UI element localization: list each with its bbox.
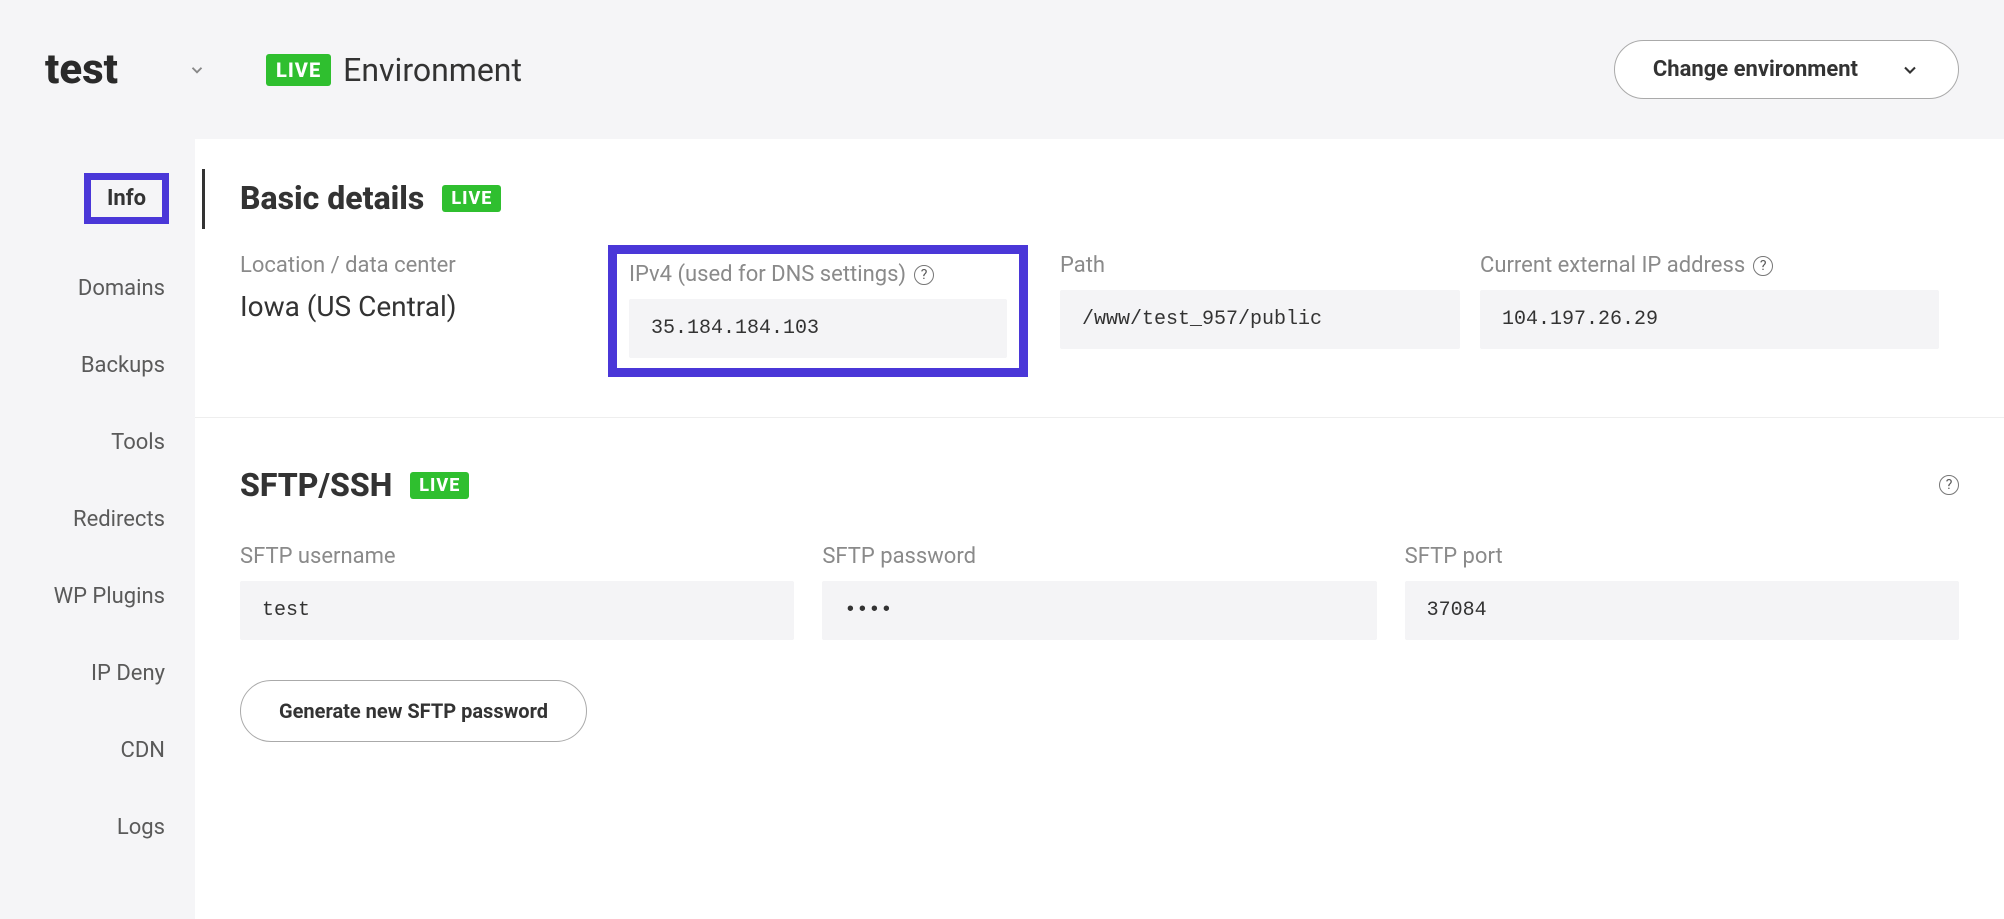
location-label: Location / data center [240, 253, 600, 278]
sftp-port-column: SFTP port 37084 [1405, 544, 1959, 640]
environment-label: Environment [343, 51, 522, 89]
environment-indicator: LIVE Environment [266, 51, 522, 89]
help-icon[interactable]: ? [1939, 475, 1959, 495]
change-environment-button[interactable]: Change environment [1614, 40, 1959, 99]
live-badge: LIVE [410, 472, 469, 499]
ipv4-highlight: IPv4 (used for DNS settings) ? 35.184.18… [608, 245, 1028, 377]
generate-sftp-password-button[interactable]: Generate new SFTP password [240, 680, 587, 742]
section-divider [195, 417, 2004, 418]
external-ip-label-row: Current external IP address ? [1480, 253, 1939, 278]
sftp-password-column: SFTP password •••• [822, 544, 1376, 640]
sidebar-item-tools[interactable]: Tools [0, 416, 195, 469]
path-value[interactable]: /www/test_957/public [1060, 290, 1460, 349]
sidebar-item-label: Redirects [73, 507, 165, 532]
basic-details-title: Basic details [240, 179, 424, 217]
ipv4-label: IPv4 (used for DNS settings) [629, 262, 906, 287]
sidebar-item-domains[interactable]: Domains [0, 262, 195, 315]
sidebar-item-label: IP Deny [91, 661, 165, 686]
sidebar: Info Domains Backups Tools Redirects WP … [0, 139, 195, 878]
sftp-password-label: SFTP password [822, 544, 1376, 569]
path-label: Path [1060, 253, 1460, 278]
sftp-username-value[interactable]: test [240, 581, 794, 640]
sidebar-item-ip-deny[interactable]: IP Deny [0, 647, 195, 700]
live-badge: LIVE [442, 185, 501, 212]
site-name: test [45, 45, 118, 94]
sftp-username-label: SFTP username [240, 544, 794, 569]
sidebar-item-wp-plugins[interactable]: WP Plugins [0, 570, 195, 623]
ipv4-label-row: IPv4 (used for DNS settings) ? [629, 262, 1007, 287]
sidebar-item-label: WP Plugins [54, 584, 165, 609]
generate-sftp-password-label: Generate new SFTP password [279, 699, 548, 723]
location-value: Iowa (US Central) [240, 290, 600, 323]
sftp-port-value[interactable]: 37084 [1405, 581, 1959, 640]
page-header: test LIVE Environment Change environment [0, 0, 2004, 139]
sidebar-item-label: Domains [78, 276, 165, 301]
sidebar-item-label: Tools [111, 430, 165, 455]
help-icon[interactable]: ? [914, 265, 934, 285]
ipv4-value[interactable]: 35.184.184.103 [629, 299, 1007, 358]
sftp-username-column: SFTP username test [240, 544, 794, 640]
sidebar-item-label: Backups [81, 353, 165, 378]
chevron-down-icon [188, 61, 206, 79]
basic-details-header: Basic details LIVE [240, 179, 1959, 217]
sftp-title: SFTP/SSH [240, 466, 392, 504]
sftp-password-value[interactable]: •••• [822, 581, 1376, 640]
basic-details-grid: Location / data center Iowa (US Central)… [240, 253, 1959, 377]
site-dropdown-toggle[interactable] [188, 61, 206, 79]
sftp-port-label: SFTP port [1405, 544, 1959, 569]
sftp-header: SFTP/SSH LIVE ? [240, 466, 1959, 504]
main-panel: Basic details LIVE Location / data cente… [195, 139, 2004, 919]
change-environment-label: Change environment [1653, 57, 1858, 82]
external-ip-column: Current external IP address ? 104.197.26… [1480, 253, 1959, 377]
sftp-grid: SFTP username test SFTP password •••• SF… [240, 544, 1959, 640]
live-badge: LIVE [266, 54, 331, 86]
sidebar-item-backups[interactable]: Backups [0, 339, 195, 392]
location-column: Location / data center Iowa (US Central) [240, 253, 620, 377]
chevron-down-icon [1900, 60, 1920, 80]
ipv4-column: IPv4 (used for DNS settings) ? 35.184.18… [620, 253, 1060, 377]
sidebar-item-label: Info [84, 173, 169, 224]
sidebar-item-label: CDN [121, 738, 165, 763]
sidebar-item-label: Logs [117, 815, 165, 840]
sidebar-item-redirects[interactable]: Redirects [0, 493, 195, 546]
help-icon[interactable]: ? [1753, 256, 1773, 276]
path-column: Path /www/test_957/public [1060, 253, 1480, 377]
sidebar-item-logs[interactable]: Logs [0, 801, 195, 854]
external-ip-value[interactable]: 104.197.26.29 [1480, 290, 1939, 349]
sidebar-item-cdn[interactable]: CDN [0, 724, 195, 777]
sidebar-item-info[interactable]: Info [0, 159, 195, 238]
external-ip-label: Current external IP address [1480, 253, 1745, 278]
